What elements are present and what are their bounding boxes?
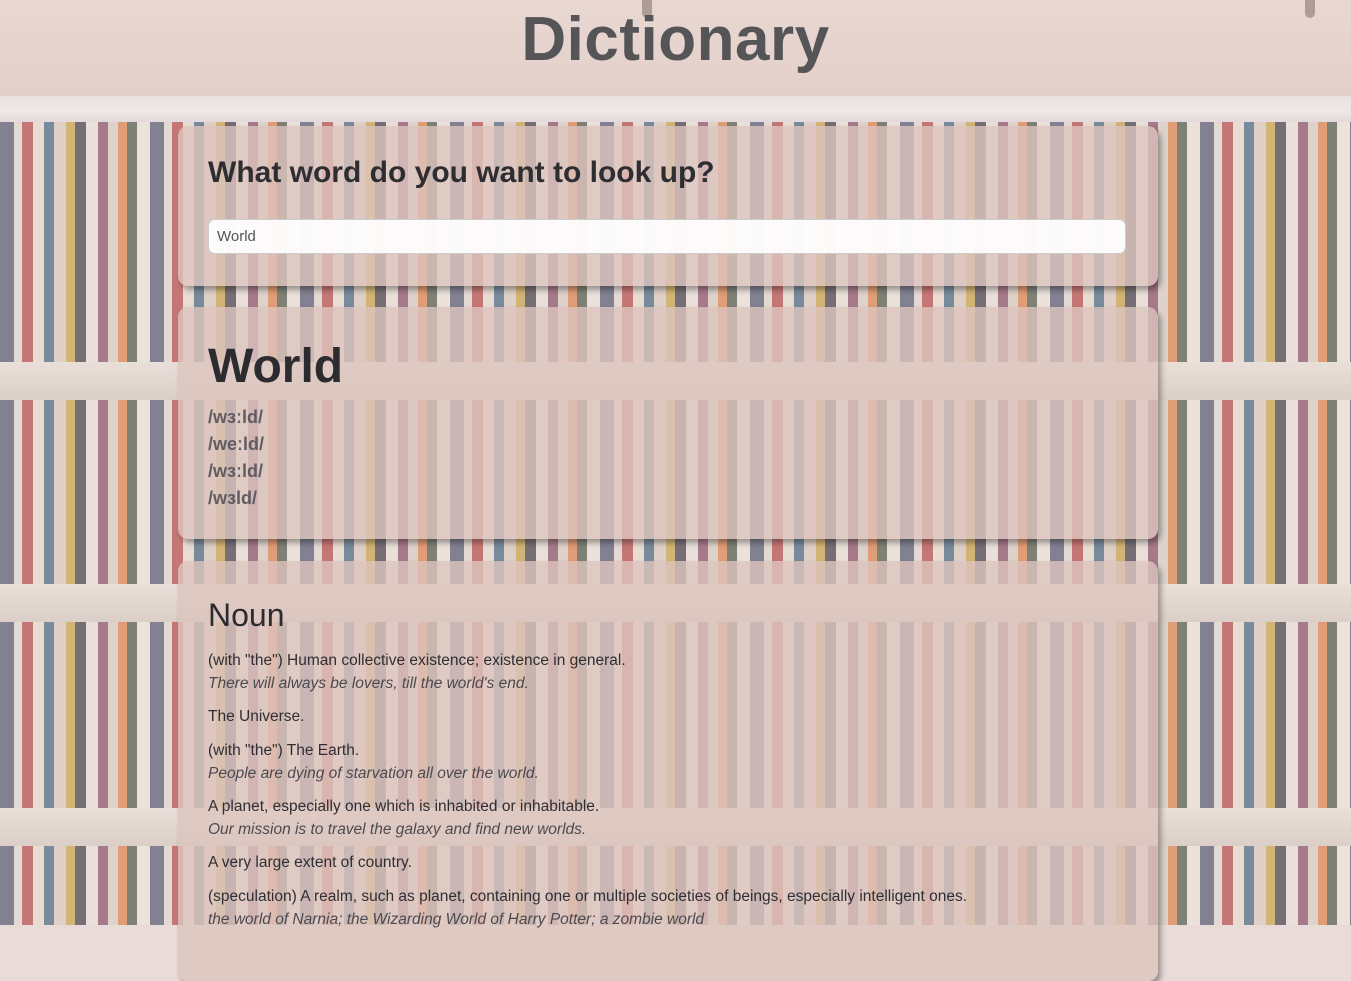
definition-example: People are dying of starvation all over …	[208, 765, 539, 782]
word-card: World /wɜːld/ /weːld/ /wɜːld/ /wɜld/	[178, 307, 1158, 539]
definition-item: A planet, especially one which is inhabi…	[208, 795, 1128, 841]
phonetic: /wɜːld/	[208, 407, 263, 427]
search-prompt: What word do you want to look up?	[208, 156, 715, 189]
definitions-list: (with "the") Human collective existence;…	[208, 649, 1128, 941]
word-title: World	[208, 340, 344, 393]
phonetic: /wɜld/	[208, 488, 257, 508]
definition-text: (with "the") The Earth.	[208, 742, 360, 759]
definition-example: Our mission is to travel the galaxy and …	[208, 821, 587, 838]
definition-text: (speculation) A realm, such as planet, c…	[208, 888, 968, 905]
definition-item: A very large extent of country.	[208, 851, 1128, 875]
definition-text: (with "the") Human collective existence;…	[208, 652, 626, 669]
search-card: What word do you want to look up?	[178, 126, 1158, 286]
part-of-speech: Noun	[208, 597, 285, 633]
definition-item: (with "the") The Earth. People are dying…	[208, 739, 1128, 785]
definition-item: (speculation) A realm, such as planet, c…	[208, 885, 1128, 931]
definition-item: (with "the") Human collective existence;…	[208, 649, 1128, 695]
definition-example: the world of Narnia; the Wizarding World…	[208, 911, 705, 928]
definition-example: There will always be lovers, till the wo…	[208, 675, 529, 692]
definition-text: A planet, especially one which is inhabi…	[208, 798, 600, 815]
definition-item: The Universe.	[208, 705, 1128, 729]
app-title: Dictionary	[521, 5, 830, 74]
definition-text: The Universe.	[208, 708, 305, 725]
phonetic: /wɜːld/	[208, 461, 263, 481]
phonetic: /weːld/	[208, 434, 265, 454]
phonetics-list: /wɜːld/ /weːld/ /wɜːld/ /wɜld/	[208, 404, 264, 512]
meaning-card: Noun (with "the") Human collective exist…	[178, 561, 1158, 981]
search-input[interactable]	[208, 219, 1126, 254]
definition-text: A very large extent of country.	[208, 854, 412, 871]
